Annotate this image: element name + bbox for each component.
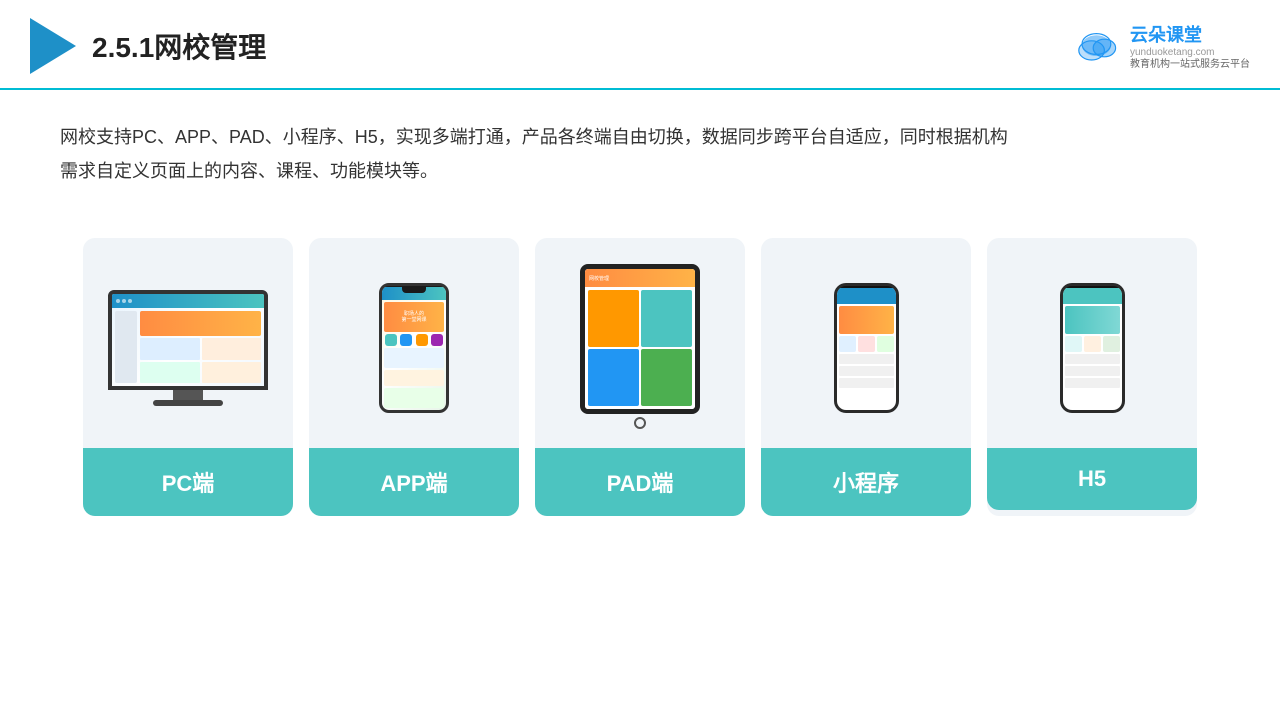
app-card-1 bbox=[384, 348, 444, 368]
pc-device bbox=[108, 290, 268, 406]
pc-grid-mock bbox=[140, 338, 261, 383]
pad-card-3 bbox=[588, 349, 639, 406]
app-icon-2 bbox=[400, 334, 412, 346]
app-screen-body: 职场人的第一堂网课 bbox=[382, 300, 446, 410]
pad-card-1 bbox=[588, 290, 639, 347]
brand-logo: 云朵课堂 yunduoketang.com 教育机构一站式服务云平台 bbox=[1074, 21, 1250, 72]
brand-name: 云朵课堂 bbox=[1130, 21, 1202, 47]
pad-body-content bbox=[585, 287, 695, 409]
brand-tagline: 教育机构一站式服务云平台 bbox=[1130, 58, 1250, 72]
mini-grid-1 bbox=[839, 336, 856, 352]
pc-dot-3 bbox=[128, 299, 132, 303]
mini-list-3 bbox=[839, 378, 894, 388]
page-header: 2.5.1网校管理 云朵课堂 yunduoketang.com 教育机构一站式服… bbox=[0, 0, 1280, 90]
pad-card-4 bbox=[641, 349, 692, 406]
h5-screen bbox=[1063, 288, 1122, 410]
pad-home-btn bbox=[634, 417, 646, 429]
app-phone-notch bbox=[402, 287, 426, 293]
card-pc: PC端 bbox=[83, 238, 293, 516]
mini-list-2 bbox=[839, 366, 894, 376]
app-icon-4 bbox=[431, 334, 443, 346]
card-pc-label: PC端 bbox=[83, 448, 293, 516]
pc-screen-body bbox=[112, 308, 264, 386]
h5-grid-3 bbox=[1103, 336, 1120, 352]
card-pc-image-area bbox=[83, 238, 293, 448]
app-banner-text: 职场人的第一堂网课 bbox=[401, 311, 426, 323]
pc-grid-item-4 bbox=[202, 362, 262, 384]
pc-dot-2 bbox=[122, 299, 126, 303]
h5-grid-2 bbox=[1084, 336, 1101, 352]
h5-list-2 bbox=[1065, 366, 1120, 376]
mini-list-1 bbox=[839, 354, 894, 364]
mini-screen bbox=[837, 288, 896, 410]
mini-banner bbox=[839, 306, 894, 334]
card-app-label: APP端 bbox=[309, 448, 519, 516]
title-main: 网校管理 bbox=[154, 32, 266, 63]
pc-sidebar-mock bbox=[115, 311, 137, 383]
card-h5-label: H5 bbox=[987, 448, 1197, 510]
pc-dot-1 bbox=[116, 299, 120, 303]
app-card-3 bbox=[384, 388, 444, 408]
card-h5: H5 bbox=[987, 238, 1197, 516]
pad-tablet-body: 网校管理 bbox=[580, 264, 700, 414]
pc-grid-item-2 bbox=[202, 338, 262, 360]
card-mini-image-area bbox=[761, 238, 971, 448]
h5-list-1 bbox=[1065, 354, 1120, 364]
card-pad: 网校管理 PAD端 bbox=[535, 238, 745, 516]
pad-header-text: 网校管理 bbox=[589, 275, 609, 282]
description-line2: 需求自定义页面上的内容、课程、功能模块等。 bbox=[60, 154, 1220, 188]
h5-grid bbox=[1065, 336, 1120, 352]
pc-stand bbox=[173, 390, 203, 400]
pc-screen-header bbox=[112, 294, 264, 308]
card-app: 职场人的第一堂网课 bbox=[309, 238, 519, 516]
pc-base bbox=[153, 400, 223, 406]
h5-body bbox=[1063, 304, 1122, 410]
pc-grid-item-1 bbox=[140, 338, 200, 360]
app-banner: 职场人的第一堂网课 bbox=[384, 302, 444, 332]
cloud-icon bbox=[1074, 28, 1122, 64]
mini-header-bar bbox=[837, 288, 896, 304]
cards-container: PC端 职场人的第一堂网课 bbox=[0, 208, 1280, 546]
description-line1: 网校支持PC、APP、PAD、小程序、H5，实现多端打通，产品各终端自由切换，数… bbox=[60, 120, 1220, 154]
app-icons-row bbox=[384, 334, 444, 346]
description-text: 网校支持PC、APP、PAD、小程序、H5，实现多端打通，产品各终端自由切换，数… bbox=[0, 90, 1280, 198]
brand-text: 云朵课堂 yunduoketang.com 教育机构一站式服务云平台 bbox=[1130, 21, 1250, 72]
mini-grid bbox=[839, 336, 894, 352]
page-title: 2.5.1网校管理 bbox=[92, 26, 266, 66]
h5-banner bbox=[1065, 306, 1120, 334]
card-pad-image-area: 网校管理 bbox=[535, 238, 745, 448]
brand-url: yunduoketang.com bbox=[1130, 47, 1215, 58]
card-h5-image-area bbox=[987, 238, 1197, 448]
app-phone-screen: 职场人的第一堂网课 bbox=[382, 287, 446, 410]
h5-header-bar bbox=[1063, 288, 1122, 304]
mini-body bbox=[837, 304, 896, 410]
pc-content-mock bbox=[140, 311, 261, 383]
app-icon-1 bbox=[385, 334, 397, 346]
mini-phone-device bbox=[834, 283, 899, 413]
app-phone-device: 职场人的第一堂网课 bbox=[379, 283, 449, 413]
card-app-image-area: 职场人的第一堂网课 bbox=[309, 238, 519, 448]
header-left: 2.5.1网校管理 bbox=[30, 18, 266, 74]
card-pad-label: PAD端 bbox=[535, 448, 745, 516]
pad-tablet-screen: 网校管理 bbox=[585, 269, 695, 409]
title-number: 2.5.1 bbox=[92, 32, 154, 63]
pc-monitor bbox=[108, 290, 268, 390]
app-icon-3 bbox=[416, 334, 428, 346]
pad-card-2 bbox=[641, 290, 692, 347]
pad-tablet-device: 网校管理 bbox=[580, 264, 700, 432]
app-phone-body: 职场人的第一堂网课 bbox=[379, 283, 449, 413]
app-card-2 bbox=[384, 370, 444, 386]
h5-grid-1 bbox=[1065, 336, 1082, 352]
pc-screen bbox=[112, 294, 264, 386]
pc-banner-mock bbox=[140, 311, 261, 336]
card-mini-label: 小程序 bbox=[761, 448, 971, 516]
pad-tablet-header: 网校管理 bbox=[585, 269, 695, 287]
mini-grid-3 bbox=[877, 336, 894, 352]
logo-triangle-icon bbox=[30, 18, 76, 74]
h5-phone-device bbox=[1060, 283, 1125, 413]
h5-list-3 bbox=[1065, 378, 1120, 388]
card-mini: 小程序 bbox=[761, 238, 971, 516]
mini-grid-2 bbox=[858, 336, 875, 352]
pc-grid-item-3 bbox=[140, 362, 200, 384]
